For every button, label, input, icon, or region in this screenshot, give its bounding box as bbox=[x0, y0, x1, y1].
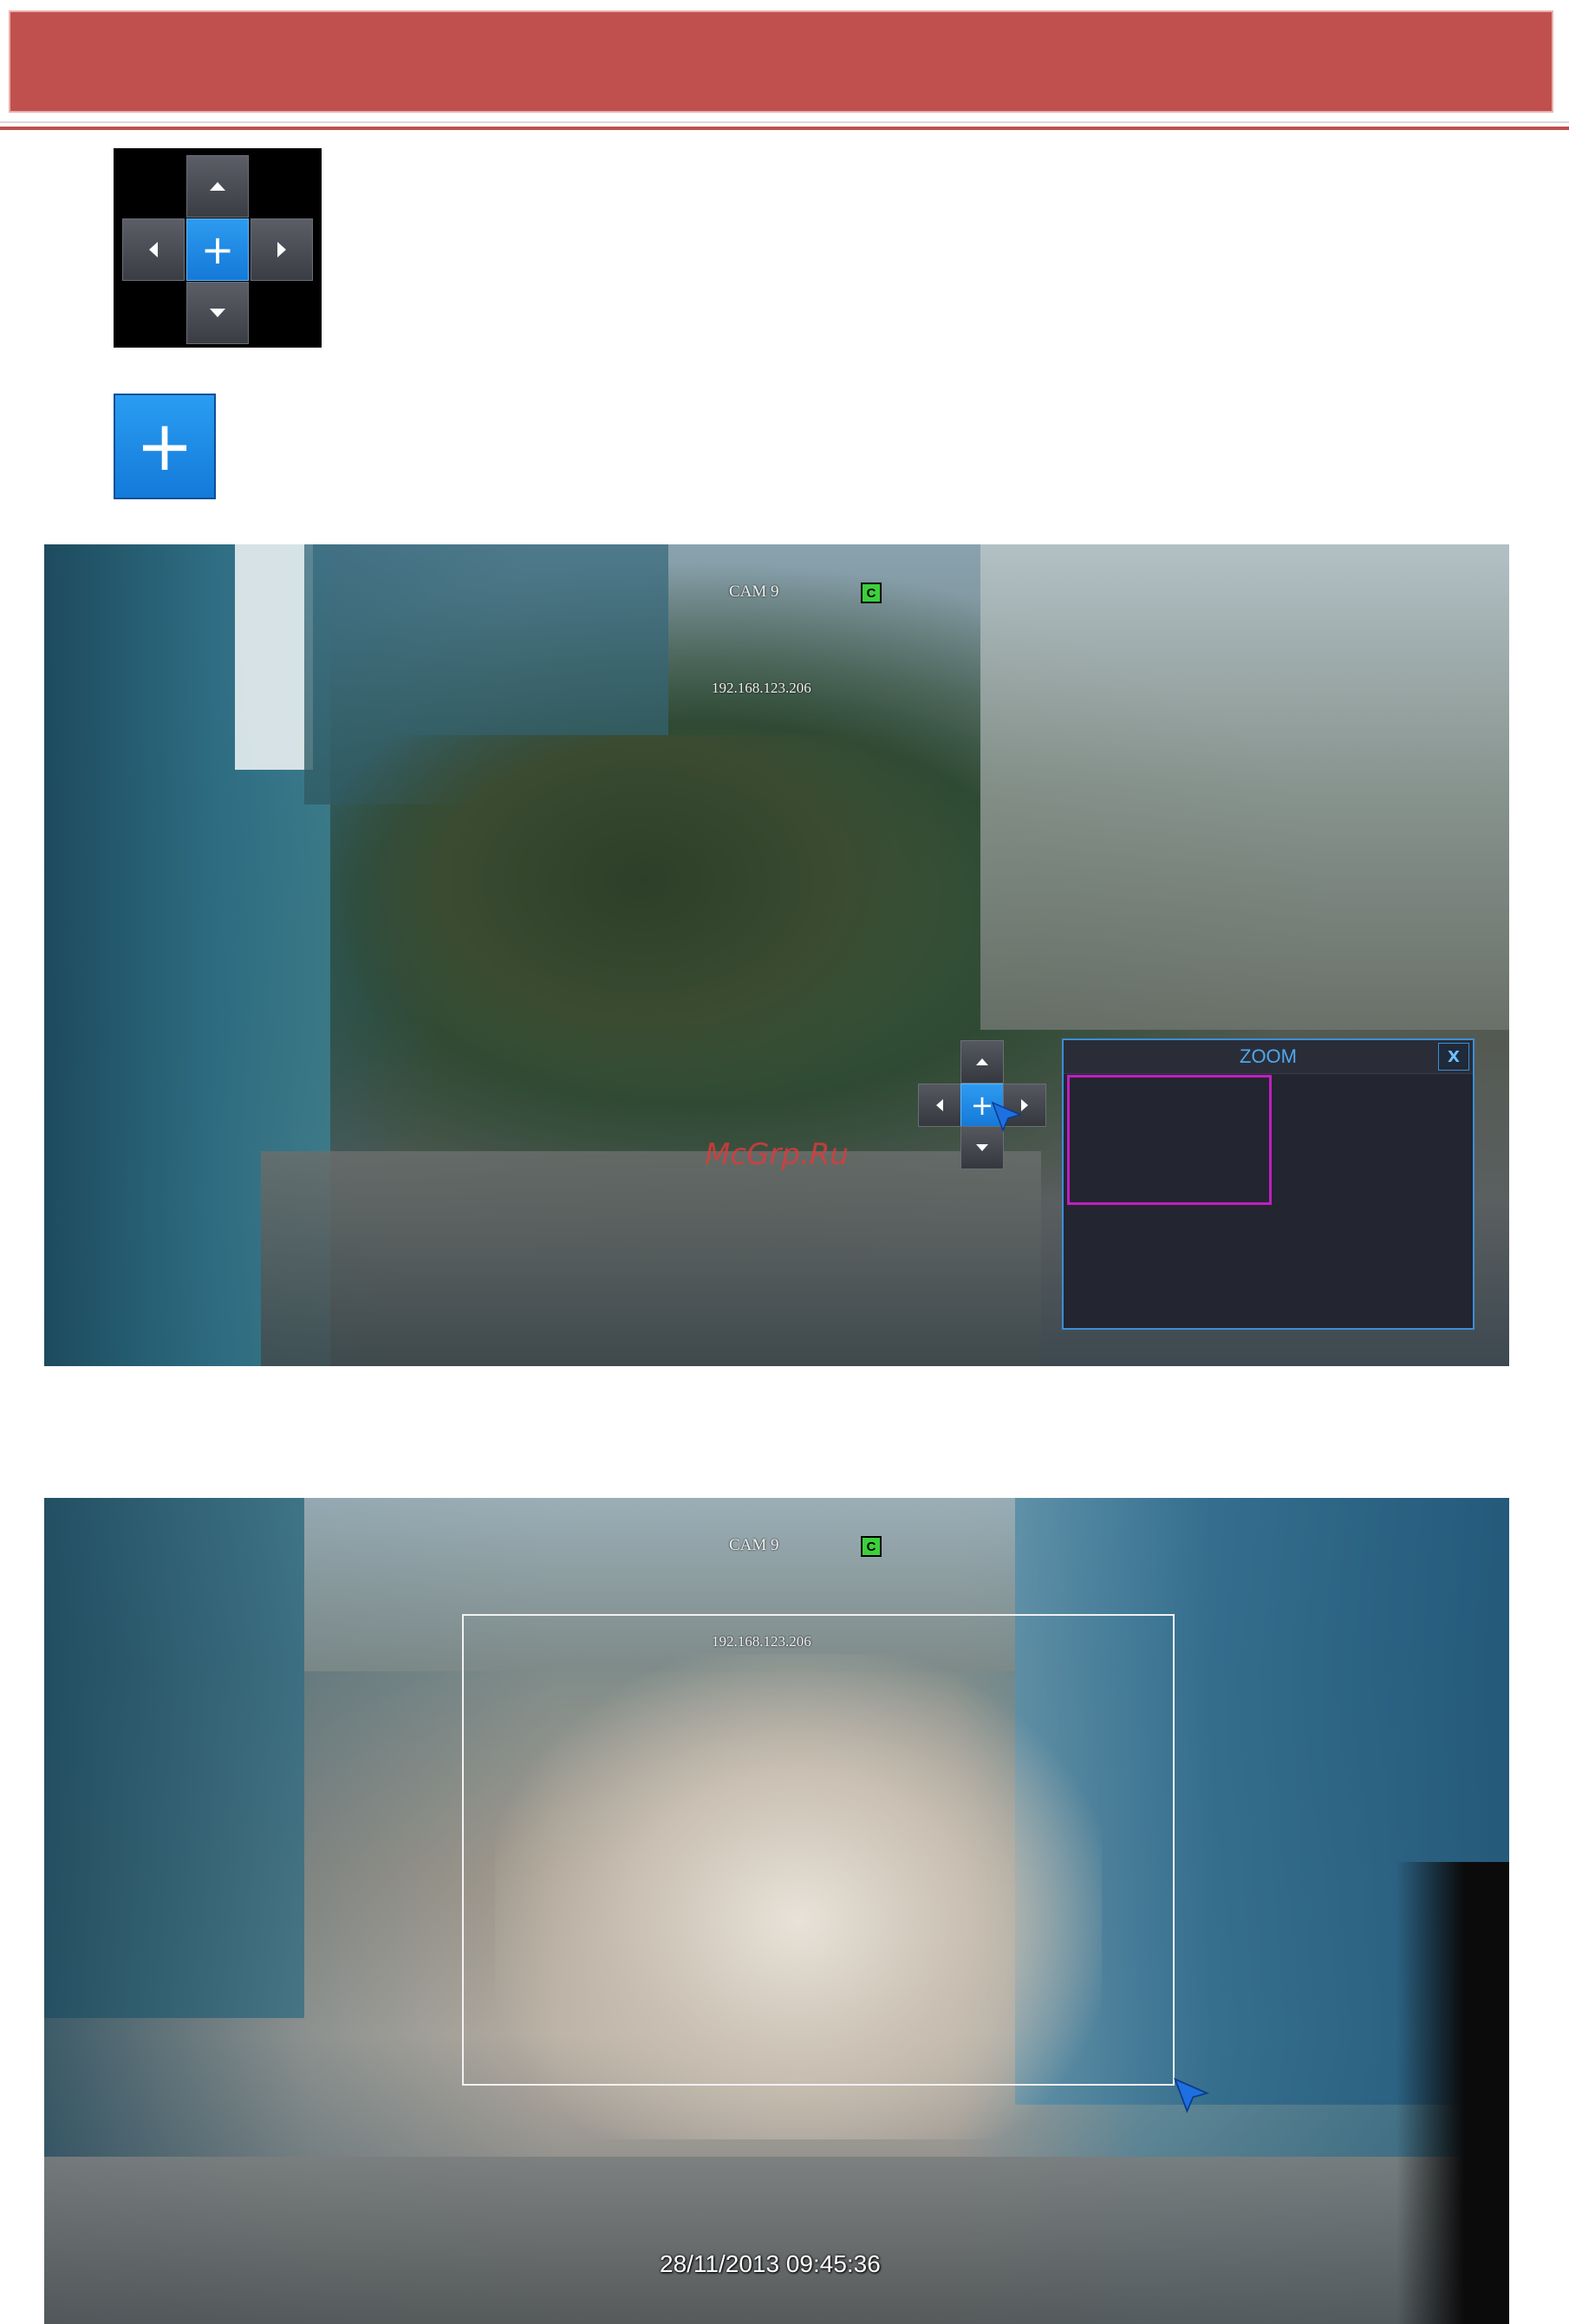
arrow-left-icon bbox=[936, 1099, 943, 1111]
scene-window-frame bbox=[1396, 1862, 1509, 2324]
zoom-window: ZOOM X bbox=[1062, 1038, 1475, 1330]
watermark: McGrp.Ru bbox=[705, 1137, 849, 1172]
ptz-up-button[interactable] bbox=[186, 155, 249, 218]
video-timestamp: 28/11/2013 09:45:36 bbox=[660, 2250, 881, 2277]
scene-building-left bbox=[44, 1498, 304, 2018]
overlay-ptz-up-button[interactable] bbox=[960, 1040, 1004, 1084]
scene-plaza bbox=[261, 1151, 1041, 1366]
camera-view-2[interactable]: CAM 9 C 192.168.123.206 28/11/2013 09:45… bbox=[44, 1498, 1509, 2324]
ptz-left-button[interactable] bbox=[122, 218, 185, 281]
ptz-zoom-center-button[interactable]: + bbox=[186, 218, 249, 281]
header-divider bbox=[0, 121, 1569, 123]
plus-icon: + bbox=[135, 406, 194, 486]
arrow-right-icon bbox=[277, 242, 286, 257]
camera-name-label: CAM 9 bbox=[729, 1536, 779, 1554]
camera-view-1[interactable]: CAM 9 C 192.168.123.206 + ZOOM X McGrp.R… bbox=[44, 544, 1509, 1366]
camera-name-label: CAM 9 bbox=[729, 583, 779, 601]
scene-trees bbox=[330, 735, 954, 1099]
header-rule bbox=[0, 127, 1569, 130]
scene-road bbox=[44, 2157, 1509, 2324]
arrow-left-icon bbox=[149, 242, 158, 257]
camera-ip-label: 192.168.123.206 bbox=[712, 680, 811, 696]
arrow-down-icon bbox=[210, 309, 225, 317]
zoom-plus-button[interactable]: + bbox=[114, 394, 216, 499]
ptz-down-button[interactable] bbox=[186, 282, 249, 344]
arrow-up-icon bbox=[976, 1058, 988, 1065]
plus-icon: + bbox=[200, 226, 235, 273]
zoom-title-text: ZOOM bbox=[1240, 1045, 1297, 1067]
record-status-badge: C bbox=[861, 1536, 882, 1557]
scene-street bbox=[980, 544, 1509, 1030]
record-status-badge: C bbox=[861, 583, 882, 603]
mouse-cursor-icon bbox=[1174, 2077, 1209, 2113]
arrow-up-icon bbox=[210, 182, 225, 191]
zoom-region-rectangle[interactable] bbox=[462, 1614, 1175, 2086]
zoom-close-button[interactable]: X bbox=[1438, 1043, 1469, 1071]
scene-sky-glare bbox=[235, 544, 313, 770]
arrow-down-icon bbox=[976, 1144, 988, 1151]
mouse-cursor-icon bbox=[991, 1101, 1023, 1133]
overlay-ptz-left-button[interactable] bbox=[918, 1084, 961, 1127]
zoom-window-title: ZOOM bbox=[1064, 1040, 1473, 1074]
ptz-control-panel: + bbox=[114, 148, 322, 348]
header-bar bbox=[9, 10, 1553, 113]
ptz-right-button[interactable] bbox=[251, 218, 313, 281]
zoom-selection-area[interactable] bbox=[1067, 1075, 1272, 1205]
